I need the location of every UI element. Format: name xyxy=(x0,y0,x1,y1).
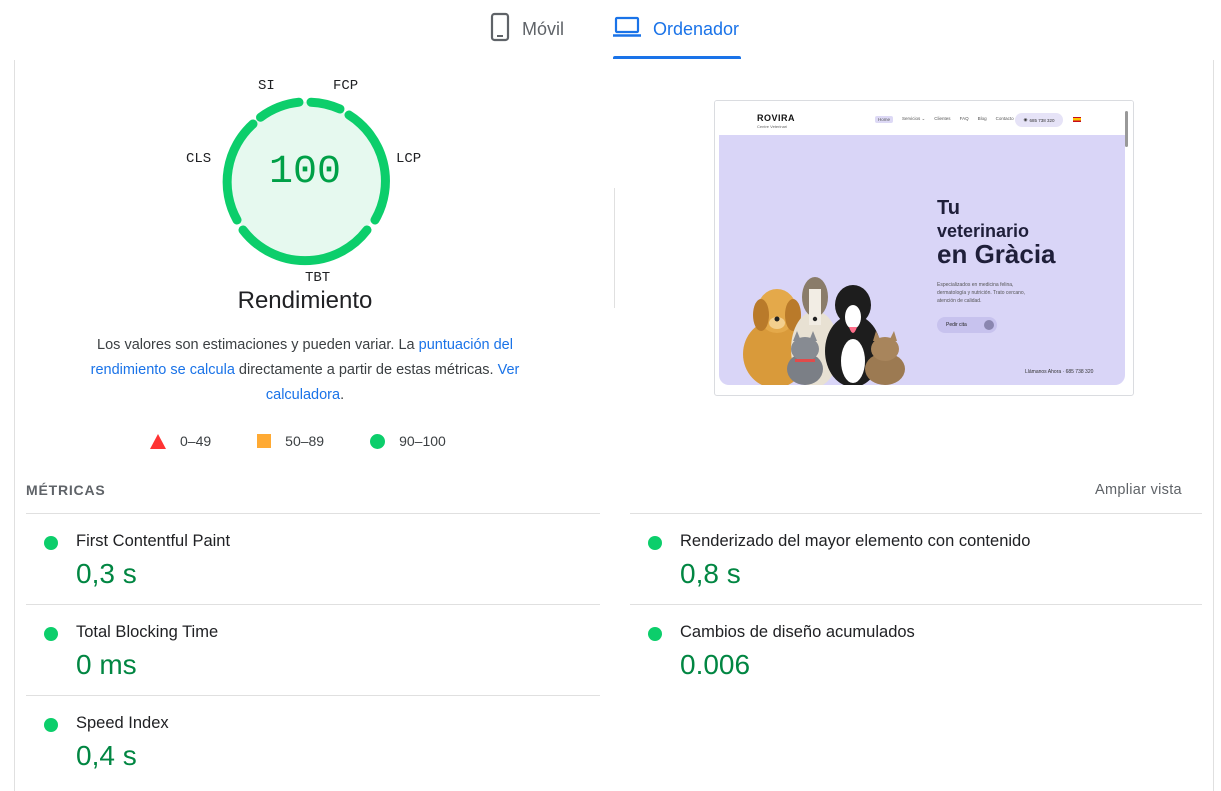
preview-hero-line-3: en Gràcia xyxy=(937,239,1056,269)
frame-border-right xyxy=(1213,60,1214,791)
metric-value: 0,8 s xyxy=(680,558,741,589)
gauge-label-lcp: LCP xyxy=(396,151,422,167)
description-text-1: Los valores son estimaciones y pueden va… xyxy=(97,337,419,353)
metric-name: Total Blocking Time xyxy=(76,623,219,641)
triangle-icon xyxy=(150,433,166,449)
device-tabs: Móvil Ordenador xyxy=(0,0,1221,60)
metric-speed-index: Speed Index 0,4 s xyxy=(26,710,600,780)
frame-border-left xyxy=(14,60,15,791)
gauge-label-tbt: TBT xyxy=(305,270,331,286)
metric-lcp: Renderizado del mayor elemento con conte… xyxy=(630,528,1202,598)
preview-menu-item: Home xyxy=(875,116,894,123)
page-screenshot-preview[interactable]: ROVIRA Centre Veterinari Home Servicios … xyxy=(714,100,1134,396)
score-description: Los valores son estimaciones y pueden va… xyxy=(70,333,540,408)
preview-hero-line-1: Tu xyxy=(937,197,960,219)
preview-navbar: ROVIRA Centre Veterinari Home Servicios … xyxy=(715,101,1133,135)
tab-movil[interactable]: Móvil xyxy=(490,12,564,46)
preview-hero-title: Tu veterinario en Gràcia xyxy=(937,197,1056,269)
tab-movil-label: Móvil xyxy=(522,18,565,39)
preview-menu-item: Blog xyxy=(977,116,987,121)
metric-name: First Contentful Paint xyxy=(76,532,231,550)
metric-tbt: Total Blocking Time 0 ms xyxy=(26,619,600,689)
gauge-label-si: SI xyxy=(258,78,275,94)
smartphone-icon xyxy=(490,12,510,47)
laptop-icon xyxy=(613,16,641,43)
whatsapp-icon: ◉ xyxy=(1023,117,1028,122)
square-icon xyxy=(257,434,272,448)
circle-icon xyxy=(370,433,386,449)
legend-good: 90–100 xyxy=(370,433,446,449)
good-status-icon xyxy=(648,627,662,641)
metrics-divider xyxy=(26,695,600,696)
preview-menu-item: FAQ xyxy=(959,116,969,121)
metrics-divider xyxy=(630,604,1202,605)
metric-name: Renderizado del mayor elemento con conte… xyxy=(680,532,1031,550)
good-status-icon xyxy=(648,536,662,550)
preview-menu: Home Servicios ⌄ Clientes FAQ Blog Conta… xyxy=(875,116,1014,123)
preview-menu-item: Servicios ⌄ xyxy=(902,116,926,121)
description-text-3: . xyxy=(340,387,345,403)
gauge-label-fcp: FCP xyxy=(333,78,359,94)
arrow-icon xyxy=(984,320,994,330)
vertical-divider xyxy=(614,188,615,308)
metrics-divider xyxy=(630,513,1202,514)
metric-value: 0.006 xyxy=(680,649,751,680)
gauge-label-cls: CLS xyxy=(186,151,212,167)
active-tab-indicator xyxy=(613,56,741,59)
legend-poor-label: 0–49 xyxy=(180,433,212,449)
good-status-icon xyxy=(44,718,58,732)
preview-menu-item: Contacto xyxy=(995,116,1014,121)
metrics-divider xyxy=(26,604,600,605)
legend-poor: 0–49 xyxy=(150,433,211,449)
metric-value: 0,4 s xyxy=(76,740,137,771)
good-status-icon xyxy=(44,536,58,550)
good-status-icon xyxy=(44,627,58,641)
metric-name: Speed Index xyxy=(76,714,169,732)
description-text-2: directamente a partir de estas métricas. xyxy=(234,362,498,378)
tab-ordenador-label: Ordenador xyxy=(653,18,740,39)
metric-cls: Cambios de diseño acumulados 0.006 xyxy=(630,619,1202,689)
legend-good-label: 90–100 xyxy=(399,433,446,449)
legend-average: 50–89 xyxy=(257,433,324,449)
preview-call-text: Llámanos Ahora · 685 738 320 xyxy=(1025,369,1094,375)
tab-ordenador[interactable]: Ordenador xyxy=(613,12,739,46)
expand-view-toggle[interactable]: Ampliar vista xyxy=(1095,482,1182,498)
legend-average-label: 50–89 xyxy=(285,433,325,449)
score-legend: 0–49 50–89 90–100 xyxy=(150,433,492,449)
preview-menu-item: Clientes xyxy=(934,116,951,121)
preview-cta-button: Pedir cita xyxy=(937,317,997,333)
performance-title: Rendimiento xyxy=(237,287,373,314)
metrics-divider xyxy=(26,513,600,514)
metrics-heading: MÉTRICAS xyxy=(26,482,106,498)
preview-cta-label: Pedir cita xyxy=(946,322,967,328)
preview-logo: ROVIRA xyxy=(757,113,796,123)
performance-score: 100 xyxy=(268,150,341,195)
metric-value: 0,3 s xyxy=(76,558,137,589)
preview-phone: 685 738 320 xyxy=(1029,117,1055,123)
preview-phone-pill: ◉ 685 738 320 xyxy=(1015,113,1063,127)
metric-fcp: First Contentful Paint 0,3 s xyxy=(26,528,600,598)
preview-scrollbar xyxy=(1125,111,1128,147)
preview-hero-subtitle: Especializados en medicina felina, derma… xyxy=(937,282,1026,304)
spain-flag-icon xyxy=(1073,117,1081,122)
preview-logo-sub: Centre Veterinari xyxy=(757,124,788,129)
pets-illustration xyxy=(743,277,905,385)
metric-name: Cambios de diseño acumulados xyxy=(680,623,915,641)
metric-value: 0 ms xyxy=(76,649,137,680)
